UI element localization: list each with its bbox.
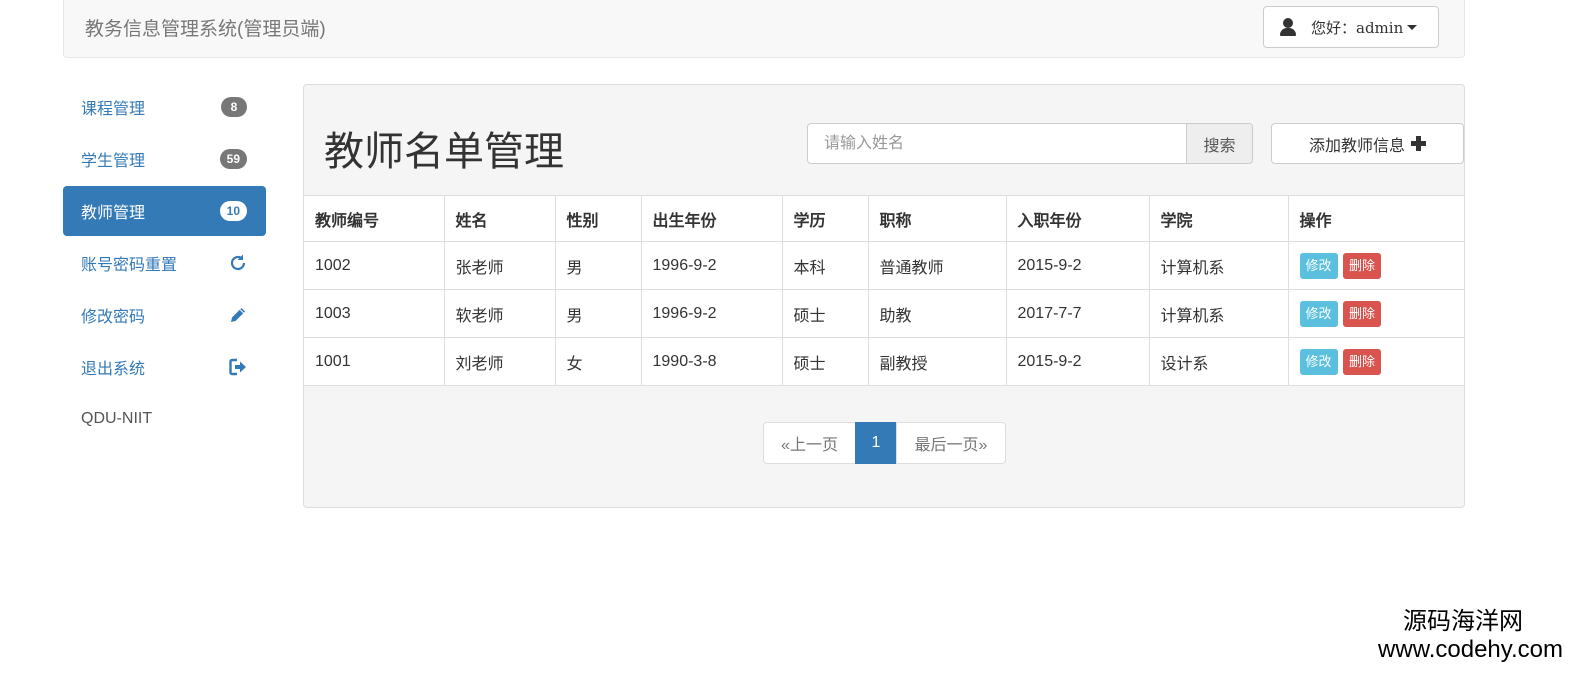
action-cell: 修改 删除 (1287, 289, 1464, 338)
table-header-row: 教师编号 姓名 性别 出生年份 学历 职称 入职年份 学院 操作 (304, 195, 1464, 242)
site-watermark: 源码海洋网 www.codehy.com (1378, 608, 1563, 664)
column-header: 学院 (1148, 195, 1289, 242)
table-cell: 1002 (304, 241, 445, 290)
table-cell: 2017-7-7 (1005, 289, 1150, 338)
delete-button[interactable]: 删除 (1342, 252, 1381, 279)
pencil-icon (231, 308, 245, 322)
sidebar-footer-text: QDU-NIIT (81, 410, 153, 427)
sidebar-item-label: 修改密码 (81, 309, 146, 326)
column-header: 姓名 (443, 195, 556, 242)
sidebar-item-teachers[interactable]: 教师管理 10 (63, 186, 266, 236)
column-header: 性别 (554, 195, 642, 242)
table-cell: 1003 (304, 289, 445, 338)
count-badge: 59 (219, 149, 247, 169)
table-cell: 男 (554, 241, 642, 290)
column-header: 学历 (781, 195, 869, 242)
sidebar-item-students[interactable]: 学生管理 59 (63, 134, 266, 184)
table-row: 1002 张老师 男 1996-9-2 本科 普通教师 2015-9-2 计算机… (304, 241, 1464, 290)
table-cell: 计算机系 (1148, 289, 1289, 338)
table-cell: 计算机系 (1148, 241, 1289, 290)
column-header: 入职年份 (1005, 195, 1150, 242)
search-group: 搜索 (807, 123, 1253, 164)
count-badge: 10 (219, 201, 247, 221)
table-cell: 设计系 (1148, 337, 1289, 386)
top-navbar: 教务信息管理系统(管理员端) 您好：admin (63, 0, 1465, 58)
refresh-icon (230, 254, 246, 271)
plus-icon (1411, 136, 1426, 151)
delete-button[interactable]: 删除 (1342, 348, 1381, 375)
table-cell: 软老师 (443, 289, 556, 338)
page-title: 教师名单管理 (324, 129, 564, 175)
search-button[interactable]: 搜索 (1187, 123, 1253, 164)
sidebar-item-label: 课程管理 (81, 101, 146, 118)
sidebar-item-change-password[interactable]: 修改密码 (63, 290, 266, 340)
table-cell: 1001 (304, 337, 445, 386)
page-link-current[interactable]: 1 (855, 422, 897, 464)
column-header: 操作 (1287, 195, 1464, 242)
edit-button[interactable]: 修改 (1299, 300, 1338, 327)
table-cell: 2015-9-2 (1005, 337, 1150, 386)
column-header: 教师编号 (304, 195, 445, 242)
user-icon (1279, 18, 1297, 36)
add-teacher-button[interactable]: 添加教师信息 (1271, 123, 1464, 164)
action-cell: 修改 删除 (1287, 337, 1464, 386)
column-header: 职称 (867, 195, 1007, 242)
table-row: 1003 软老师 男 1996-9-2 硕士 助教 2017-7-7 计算机系 … (304, 289, 1464, 338)
prev-page-link[interactable]: «上一页 (763, 422, 856, 464)
table-cell: 硕士 (781, 289, 869, 338)
search-input[interactable] (807, 123, 1187, 164)
table-cell: 2015-9-2 (1005, 241, 1150, 290)
table-cell: 张老师 (443, 241, 556, 290)
edit-button[interactable]: 修改 (1299, 252, 1338, 279)
main-panel: 教师名单管理 搜索 添加教师信息 教师编号 姓名 性别 出生年份 学历 职称 入… (303, 84, 1465, 508)
table-cell: 1990-3-8 (640, 337, 783, 386)
table-cell: 副教授 (867, 337, 1007, 386)
table-cell: 1996-9-2 (640, 241, 783, 290)
sidebar-item-courses[interactable]: 课程管理 8 (63, 82, 266, 132)
sidebar-item-label: 教师管理 (81, 205, 146, 222)
table-cell: 刘老师 (443, 337, 556, 386)
add-teacher-label: 添加教师信息 (1308, 137, 1405, 155)
table-cell: 普通教师 (867, 241, 1007, 290)
last-page-link[interactable]: 最后一页» (896, 422, 1006, 464)
teacher-table: 教师编号 姓名 性别 出生年份 学历 职称 入职年份 学院 操作 1002 张老… (304, 195, 1464, 386)
action-cell: 修改 删除 (1287, 241, 1464, 290)
edit-button[interactable]: 修改 (1299, 348, 1338, 375)
table-cell: 1996-9-2 (640, 289, 783, 338)
watermark-url: www.codehy.com (1378, 636, 1563, 663)
table-cell: 助教 (867, 289, 1007, 338)
sidebar-nav: 课程管理 8 学生管理 59 教师管理 10 账号密码重置 修改密码 退出系统 … (63, 82, 266, 444)
sidebar-item-label: 账号密码重置 (81, 257, 178, 274)
table-cell: 本科 (781, 241, 869, 290)
sidebar-item-logout[interactable]: 退出系统 (63, 342, 266, 392)
user-menu-button[interactable]: 您好：admin (1263, 6, 1439, 48)
logout-icon (229, 358, 246, 376)
pagination: «上一页 1 最后一页» (763, 422, 1006, 464)
table-cell: 男 (554, 289, 642, 338)
user-greeting: 您好：admin (1311, 18, 1404, 37)
watermark-name: 源码海洋网 (1403, 608, 1523, 635)
sidebar-item-label: 学生管理 (81, 153, 146, 170)
table-cell: 硕士 (781, 337, 869, 386)
app-title[interactable]: 教务信息管理系统(管理员端) (85, 14, 326, 41)
column-header: 出生年份 (640, 195, 783, 242)
sidebar-item-reset-password[interactable]: 账号密码重置 (63, 238, 266, 288)
delete-button[interactable]: 删除 (1342, 300, 1381, 327)
table-row: 1001 刘老师 女 1990-3-8 硕士 副教授 2015-9-2 设计系 … (304, 337, 1464, 386)
table-cell: 女 (554, 337, 642, 386)
sidebar-item-label: 退出系统 (81, 361, 146, 378)
caret-down-icon (1407, 24, 1418, 30)
count-badge: 8 (221, 97, 247, 117)
